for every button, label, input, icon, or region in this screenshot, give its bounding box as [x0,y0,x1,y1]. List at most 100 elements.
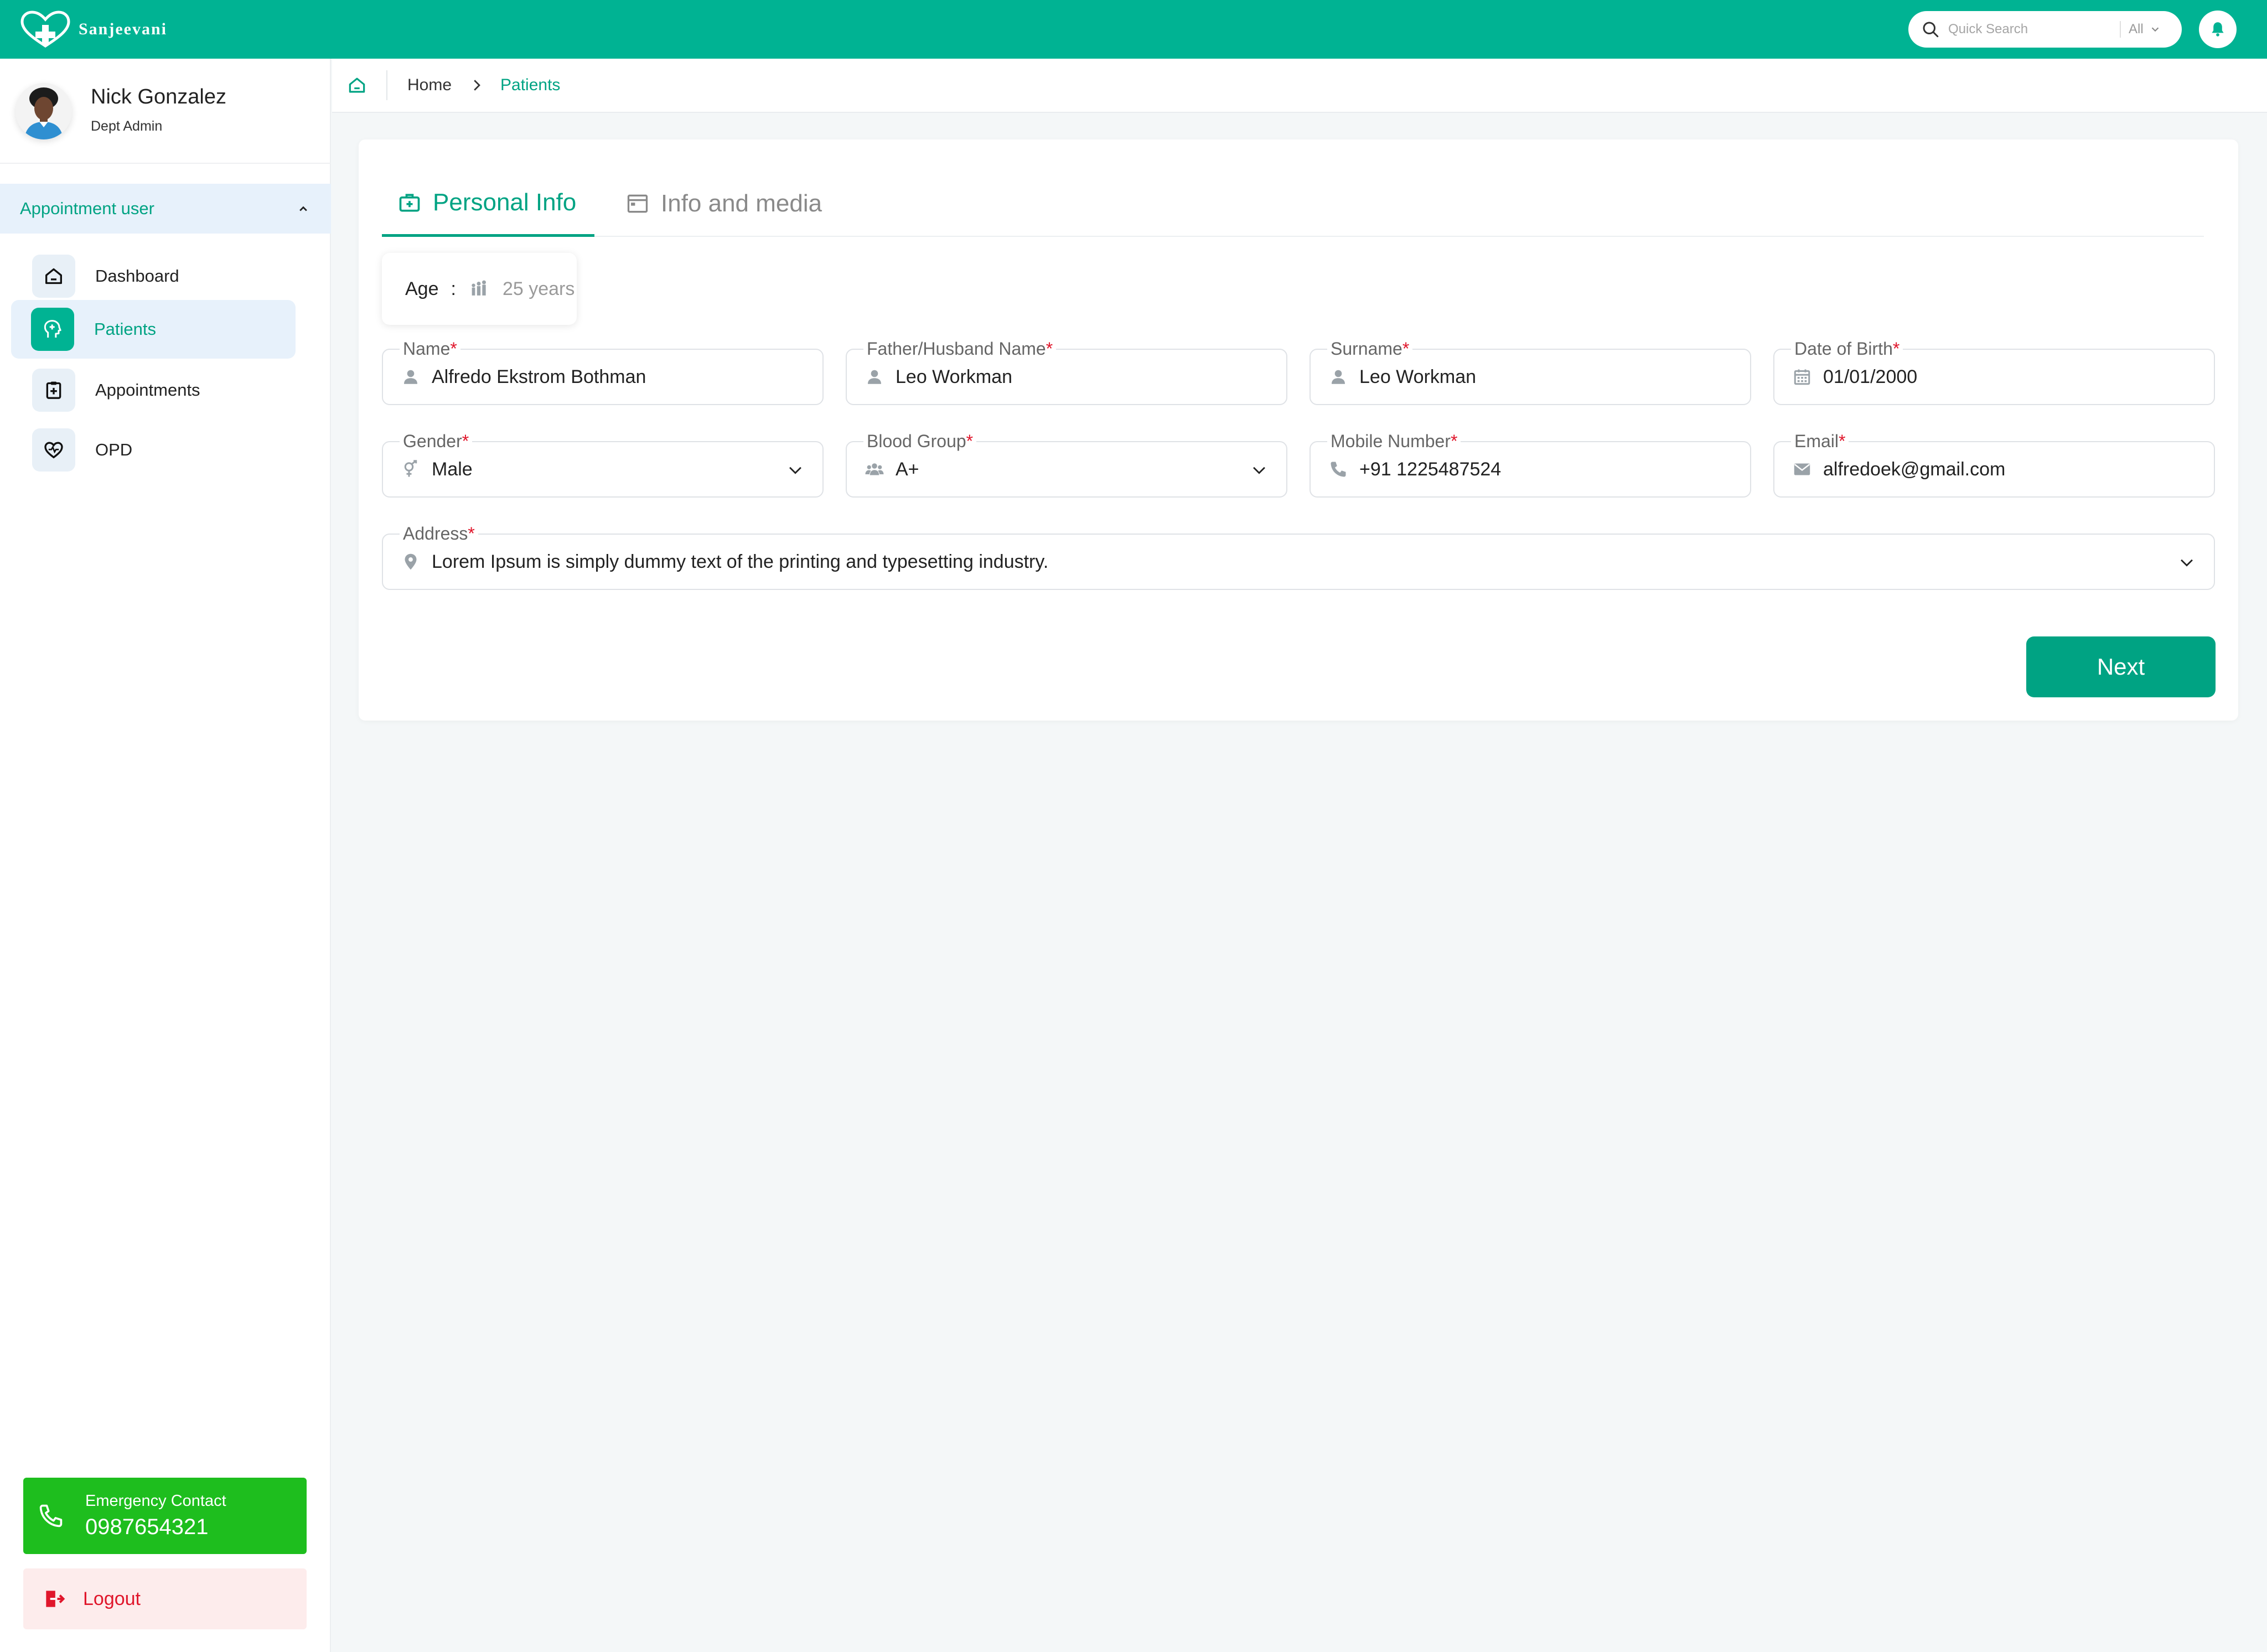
label-text: Address [403,524,468,543]
required-marker: * [1450,431,1458,451]
label-text: Father/Husband Name [867,339,1046,359]
tab-personal-info[interactable]: Personal Info [382,170,594,237]
brand[interactable]: Sanjeevani [19,9,167,49]
label-text: Blood Group [867,431,966,451]
calendar-icon [1794,369,1810,385]
chevron-up-icon [299,206,307,211]
age-value: 25 years [502,278,575,299]
sidebar-item-label: Dashboard [95,266,179,286]
breadcrumb: Home Patients [332,59,2267,113]
required-marker: * [450,339,457,359]
required-marker: * [1892,339,1900,359]
emergency-contact[interactable]: Emergency Contact 0987654321 [23,1478,307,1554]
next-button[interactable]: Next [2026,636,2216,697]
address-value: Lorem Ipsum is simply dummy text of the … [432,551,1049,572]
phone-icon [39,1504,63,1527]
gender-value: Male [432,458,473,480]
user-profile[interactable]: Nick Gonzalez Dept Admin [0,59,331,164]
required-marker: * [462,431,469,451]
clipboard-icon [46,381,61,399]
media-window-icon [627,194,648,213]
emergency-label: Emergency Contact [85,1492,226,1510]
breadcrumb-home[interactable]: Home [407,76,452,95]
email-field[interactable]: Email* alfredoek@gmail.com [1773,431,2215,498]
logout-label: Logout [83,1588,141,1609]
gender-select[interactable]: Gender* Male [382,431,824,498]
sidebar-item-dashboard[interactable]: Dashboard [11,247,296,305]
tab-info-and-media[interactable]: Info and media [614,170,822,237]
mobile-number-field[interactable]: Mobile Number* +91 1225487524 [1310,431,1751,498]
brand-name: Sanjeevani [79,20,168,38]
tab-label: Personal Info [433,188,577,216]
heart-pulse-icon [44,442,63,459]
father-husband-name-field[interactable]: Father/Husband Name* Leo Workman [846,339,1287,405]
user-icon [1332,370,1345,384]
label-text: Name [403,339,451,359]
users-group-icon [865,463,884,475]
search-divider [2120,21,2121,38]
emergency-number: 0987654321 [85,1515,209,1539]
appointment-user-section-toggle[interactable]: Appointment user [0,184,331,234]
user-role: Dept Admin [91,118,163,134]
label-text: Gender [403,431,462,451]
sidebar-item-opd[interactable]: OPD [11,421,296,479]
people-age-icon [472,280,486,296]
surname-field[interactable]: Surname* Leo Workman [1310,339,1751,405]
required-marker: * [1402,339,1410,359]
logout-icon [46,1591,65,1607]
breadcrumb-current: Patients [500,76,561,94]
user-icon [404,370,417,384]
chevron-down-icon [2181,559,2193,567]
sidebar-item-label: Patients [94,319,157,339]
name-field[interactable]: Name* Alfredo Ekstrom Bothman [382,339,824,405]
blood-group-select[interactable]: Blood Group* A+ [846,431,1287,498]
chevron-right-icon [474,80,480,91]
logout-button[interactable]: Logout [23,1568,307,1629]
sidebar-item-patients[interactable]: Patients [11,300,296,359]
form-tabs: Personal Info Info and media [382,170,2204,237]
label-text: Surname [1331,339,1402,359]
notifications-button[interactable] [2199,11,2237,48]
top-bar: Sanjeevani All [0,0,2267,59]
surname-value: Leo Workman [1359,366,1477,387]
field-label: Blood Group* [863,431,977,452]
chevron-down-icon [2151,27,2159,32]
briefcase-medical-icon [399,193,420,211]
sidebar-item-appointments[interactable]: Appointments [11,361,296,420]
sidebar-item-label: OPD [95,440,133,459]
name-value: Alfredo Ekstrom Bothman [432,366,646,387]
search-scope-select[interactable]: All [2129,22,2161,37]
label-text: Date of Birth [1794,339,1893,359]
sidebar-item-label: Appointments [95,380,200,400]
required-marker: * [1045,339,1053,359]
avatar [15,83,72,139]
search-icon [1923,22,1939,38]
section-title: Appointment user [20,199,154,218]
age-label: Age [405,278,439,299]
required-marker: * [468,524,475,543]
bell-icon [2212,22,2224,37]
mail-icon [1794,463,1810,475]
nav-icon-wrap [32,428,75,472]
address-select[interactable]: Address* Lorem Ipsum is simply dummy tex… [382,524,2215,590]
gender-icon [404,460,417,477]
nav-icon-wrap [32,369,75,412]
field-label: Name* [400,339,460,359]
field-label: Father/Husband Name* [863,339,1057,359]
home-icon[interactable] [346,75,368,96]
tab-label: Info and media [661,190,822,217]
chevron-down-icon [1253,467,1265,474]
avatar-image [15,83,72,139]
quick-search[interactable]: All [1908,11,2182,48]
email-value: alfredoek@gmail.com [1823,458,2006,480]
location-pin-icon [405,553,417,570]
date-of-birth-field[interactable]: Date of Birth* 01/01/2000 [1773,339,2215,405]
logo-icon [20,11,70,48]
emergency-text: Emergency Contact 0987654321 [85,1492,226,1540]
phone-icon [1331,462,1346,477]
search-input[interactable] [1948,22,2114,37]
breadcrumb-divider [386,70,387,100]
field-label: Gender* [400,431,473,452]
field-label: Email* [1791,431,1849,452]
nav-icon-wrap [31,308,74,351]
